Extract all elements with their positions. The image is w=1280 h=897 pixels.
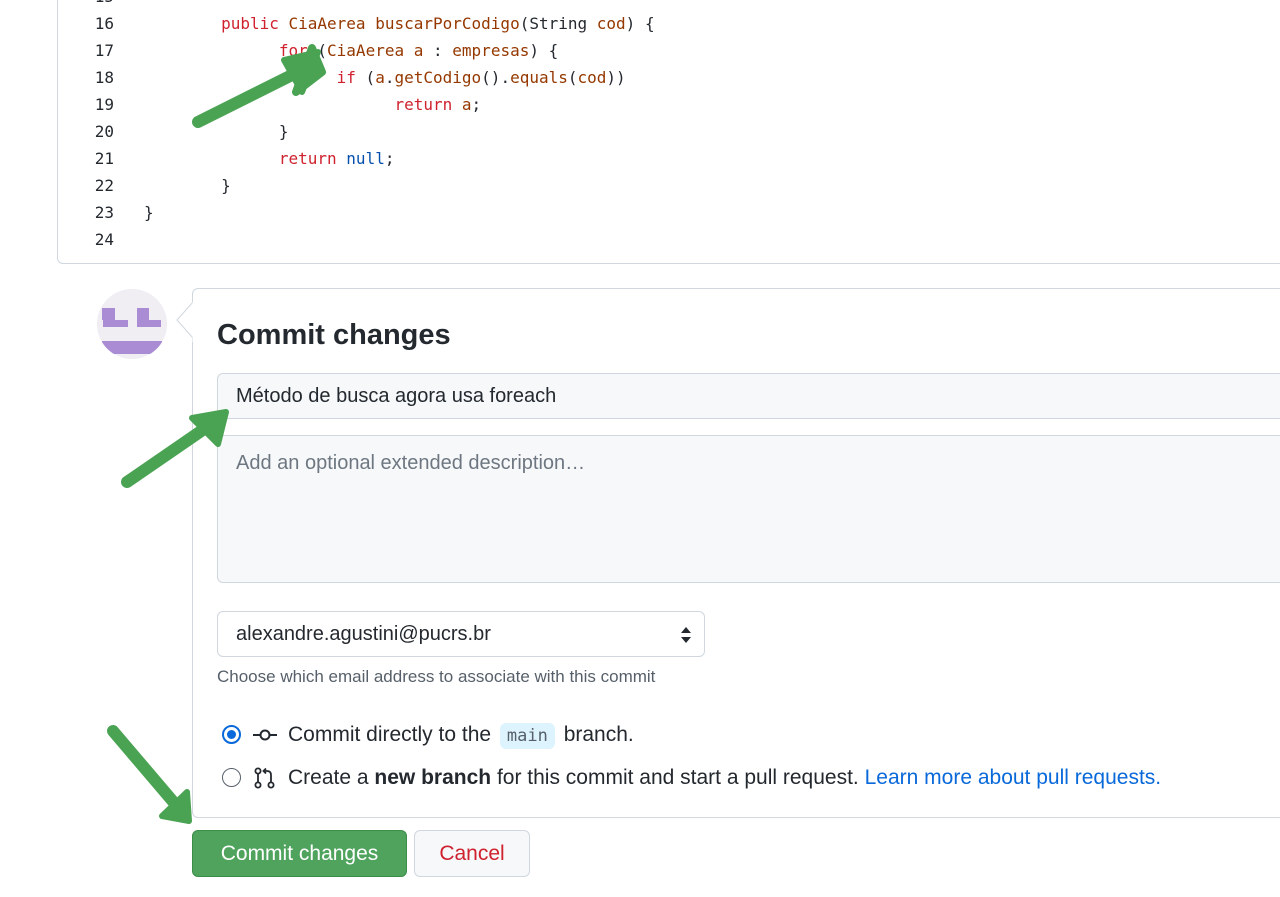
email-select[interactable]: alexandre.agustini@pucrs.br: [217, 611, 705, 657]
new-branch-suffix: for this commit and start a pull request…: [496, 766, 859, 789]
line-code: return null;: [144, 145, 395, 172]
line-number[interactable]: 16: [58, 10, 114, 37]
line-code: for (CiaAerea a : empresas) {: [144, 37, 558, 64]
commit-description-input[interactable]: [217, 435, 1280, 583]
code-token: (String: [519, 14, 597, 33]
code-token: return: [394, 95, 453, 114]
code-token: :: [423, 41, 453, 60]
code-token: CiaAerea: [288, 14, 366, 33]
code-token: equals: [510, 68, 568, 87]
code-token: CiaAerea: [327, 41, 405, 60]
code-token: if: [336, 68, 356, 87]
code-token: (: [307, 41, 328, 60]
line-code: public CiaAerea buscarPorCodigo(String c…: [144, 10, 655, 37]
code-token: ) {: [625, 14, 655, 33]
code-token: public: [221, 14, 279, 33]
code-token: ().: [481, 68, 511, 87]
line-code: }: [144, 172, 231, 199]
email-select-value: alexandre.agustini@pucrs.br: [236, 623, 491, 645]
line-code: if (a.getCodigo().equals(cod)): [144, 64, 626, 91]
commit-summary-input[interactable]: [217, 373, 1280, 419]
code-token: (: [567, 68, 578, 87]
select-arrows-icon: [681, 627, 691, 643]
git-commit-icon: [253, 729, 277, 741]
avatar: [97, 289, 167, 359]
code-token: cod: [577, 68, 607, 87]
code-viewer: 1516 public CiaAerea buscarPorCodigo(Str…: [57, 0, 1280, 264]
new-branch-label: Create a new branch for this commit and …: [288, 763, 1161, 793]
line-number[interactable]: 20: [58, 118, 114, 145]
code-token: return: [278, 149, 337, 168]
new-branch-radio[interactable]: [222, 768, 241, 787]
code-token: null: [346, 149, 385, 168]
cancel-button[interactable]: Cancel: [414, 830, 530, 877]
code-token: }: [144, 176, 231, 195]
new-branch-bold: new branch: [374, 766, 492, 789]
line-number[interactable]: 15: [58, 0, 114, 10]
commit-direct-radio[interactable]: [222, 725, 241, 744]
code-token: getCodigo: [394, 68, 482, 87]
code-token: ;: [384, 149, 395, 168]
code-token: )): [606, 68, 626, 87]
line-code: return a;: [144, 91, 481, 118]
line-number[interactable]: 23: [58, 199, 114, 226]
code-token: (: [355, 68, 376, 87]
code-token: for: [278, 41, 308, 60]
code-token: a: [375, 68, 385, 87]
speech-caret-icon: [176, 302, 195, 342]
line-number[interactable]: 19: [58, 91, 114, 118]
code-token: }: [144, 203, 154, 222]
identicon-avatar-icon: [97, 289, 167, 359]
line-number[interactable]: 18: [58, 64, 114, 91]
code-token: ) {: [529, 41, 559, 60]
line-number[interactable]: 21: [58, 145, 114, 172]
branch-name-badge: main: [499, 723, 555, 749]
annotation-arrow-commit-button-icon: [107, 725, 192, 824]
code-token: buscarPorCodigo: [375, 14, 520, 33]
line-code: }: [144, 118, 289, 145]
page: 1516 public CiaAerea buscarPorCodigo(Str…: [0, 0, 1280, 897]
code-token: ;: [471, 95, 482, 114]
code-token: a: [461, 95, 472, 114]
email-help-text: Choose which email address to associate …: [217, 667, 656, 686]
new-branch-prefix: Create a: [288, 766, 369, 789]
commit-changes-button[interactable]: Commit changes: [192, 830, 407, 877]
line-number[interactable]: 17: [58, 37, 114, 64]
line-number[interactable]: 22: [58, 172, 114, 199]
code-token: }: [144, 122, 289, 141]
line-number[interactable]: 24: [58, 226, 114, 253]
code-token: cod: [596, 14, 626, 33]
code-token: a: [413, 41, 424, 60]
commit-direct-label: Commit directly to the main branch.: [288, 720, 634, 750]
line-code: }: [144, 199, 154, 226]
pull-requests-help-link[interactable]: Learn more about pull requests.: [865, 766, 1162, 789]
code-token: empresas: [452, 41, 530, 60]
git-pull-request-icon: [254, 767, 275, 789]
commit-direct-suffix: branch.: [563, 723, 634, 746]
commit-title: Commit changes: [217, 319, 451, 351]
commit-direct-prefix: Commit directly to the: [288, 723, 492, 746]
